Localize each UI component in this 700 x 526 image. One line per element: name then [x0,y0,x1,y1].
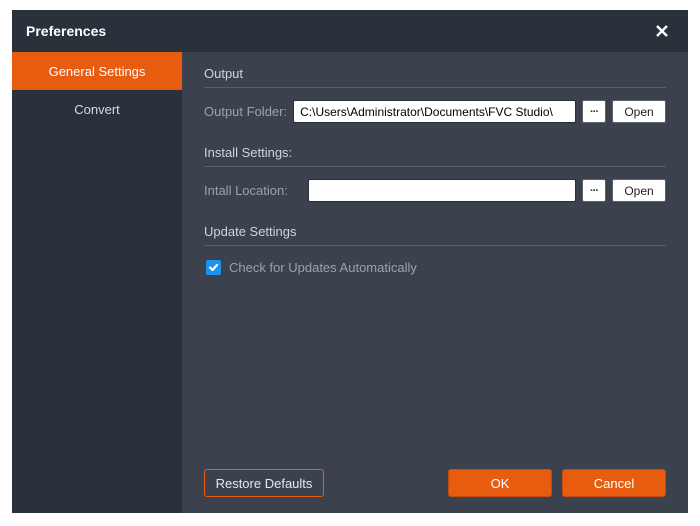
button-label: Open [624,184,653,198]
ellipsis-icon: ··· [590,185,598,197]
button-label: Open [624,105,653,119]
tab-general-settings[interactable]: General Settings [12,52,182,90]
auto-update-checkbox[interactable] [206,260,221,275]
auto-update-label: Check for Updates Automatically [229,260,417,275]
close-button[interactable] [650,19,674,43]
output-folder-label: Output Folder: [204,104,287,119]
button-label: Cancel [594,476,634,491]
tab-label: Convert [74,102,120,117]
ok-button[interactable]: OK [448,469,552,497]
update-section-title: Update Settings [204,224,666,246]
restore-defaults-button[interactable]: Restore Defaults [204,469,324,497]
content-pane: Output Output Folder: ··· Open Install S… [182,52,688,513]
button-label: OK [491,476,510,491]
dialog-title: Preferences [26,23,106,39]
tab-label: General Settings [49,64,146,79]
install-location-row: Intall Location: ··· Open [204,179,666,202]
install-open-button[interactable]: Open [612,179,666,202]
output-section-title: Output [204,66,666,88]
cancel-button[interactable]: Cancel [562,469,666,497]
button-label: Restore Defaults [216,476,313,491]
preferences-dialog: Preferences General Settings Convert Out… [12,10,688,513]
ellipsis-icon: ··· [590,106,598,118]
install-location-label: Intall Location: [204,183,302,198]
check-icon [208,262,219,273]
close-icon [655,24,669,38]
output-folder-input[interactable] [293,100,576,123]
output-open-button[interactable]: Open [612,100,666,123]
output-folder-row: Output Folder: ··· Open [204,100,666,123]
sidebar: General Settings Convert [12,52,182,513]
output-browse-button[interactable]: ··· [582,100,606,123]
auto-update-row: Check for Updates Automatically [204,260,666,275]
footer: Restore Defaults OK Cancel [204,459,666,497]
titlebar: Preferences [12,10,688,52]
tab-convert[interactable]: Convert [12,90,182,128]
install-location-input[interactable] [308,179,576,202]
install-browse-button[interactable]: ··· [582,179,606,202]
install-section-title: Install Settings: [204,145,666,167]
